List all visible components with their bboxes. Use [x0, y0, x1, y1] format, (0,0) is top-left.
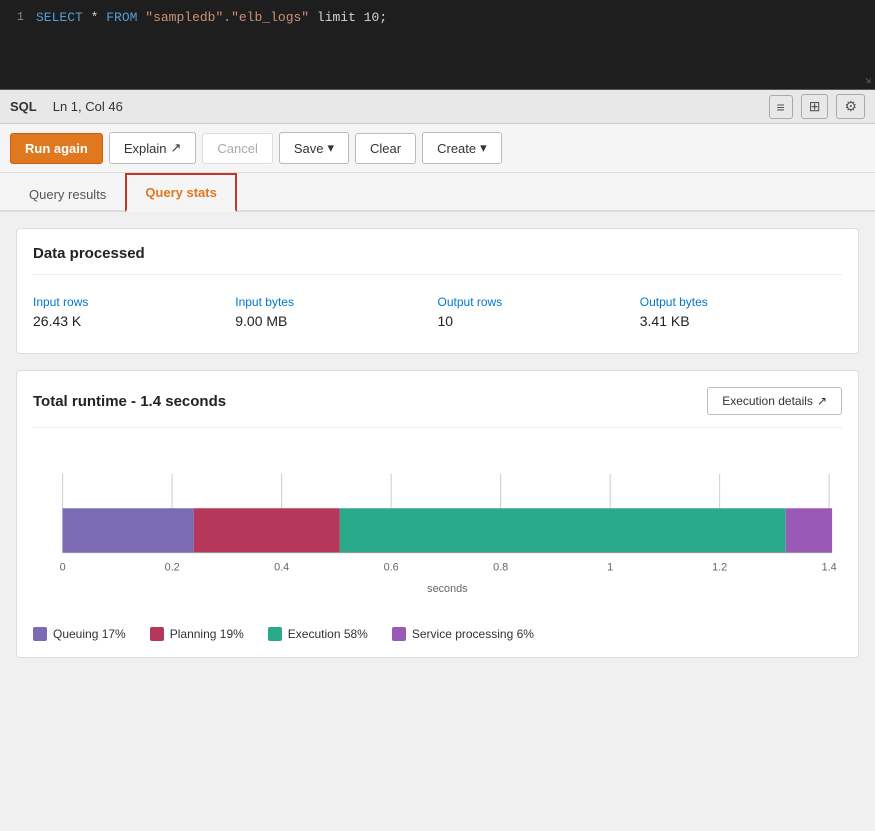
runtime-card: Total runtime - 1.4 seconds Execution de… — [16, 370, 859, 658]
clear-button[interactable]: Clear — [355, 133, 416, 164]
service-processing-color — [392, 627, 406, 641]
save-button[interactable]: Save ▾ — [279, 132, 349, 164]
input-rows-value: 26.43 K — [33, 313, 219, 329]
input-bytes-value: 9.00 MB — [235, 313, 421, 329]
main-content: Data processed Input rows 26.43 K Input … — [0, 212, 875, 674]
tab-query-results[interactable]: Query results — [10, 176, 125, 212]
data-processed-card: Data processed Input rows 26.43 K Input … — [16, 228, 859, 354]
legend-queuing: Queuing 17% — [33, 627, 126, 641]
execution-details-label: Execution details — [722, 394, 813, 408]
svg-text:0: 0 — [60, 561, 66, 573]
runtime-chart: 0 0.2 0.4 0.6 0.8 1 1.2 1.4 seconds Queu… — [33, 444, 842, 641]
planning-bar — [194, 508, 340, 552]
cursor-position: Ln 1, Col 46 — [53, 99, 123, 114]
legend-planning: Planning 19% — [150, 627, 244, 641]
planning-label: Planning 19% — [170, 627, 244, 641]
code-editor[interactable]: 1 SELECT * FROM "sampledb"."elb_logs" li… — [0, 0, 875, 90]
service-processing-label: Service processing 6% — [412, 627, 534, 641]
explain-external-icon: ↗ — [170, 140, 181, 156]
queuing-color — [33, 627, 47, 641]
toolbar: Run again Explain ↗ Cancel Save ▾ Clear … — [0, 124, 875, 173]
resize-handle[interactable]: ⇲ — [865, 75, 871, 87]
explain-label: Explain — [124, 141, 167, 156]
execution-bar — [340, 508, 786, 552]
output-rows-label: Output rows — [438, 295, 624, 309]
stat-output-bytes: Output bytes 3.41 KB — [640, 287, 842, 337]
svg-text:0.2: 0.2 — [165, 561, 180, 573]
queuing-label: Queuing 17% — [53, 627, 126, 641]
create-button[interactable]: Create ▾ — [422, 132, 502, 164]
run-again-button[interactable]: Run again — [10, 133, 103, 164]
cancel-button[interactable]: Cancel — [202, 133, 272, 164]
stat-output-rows: Output rows 10 — [438, 287, 640, 337]
settings-icon-button[interactable]: ⚙ — [836, 94, 865, 119]
chart-legend: Queuing 17% Planning 19% Execution 58% S… — [33, 627, 842, 641]
legend-execution: Execution 58% — [268, 627, 368, 641]
execution-color — [268, 627, 282, 641]
create-label: Create — [437, 141, 476, 156]
svg-text:1.2: 1.2 — [712, 561, 727, 573]
output-bytes-label: Output bytes — [640, 295, 826, 309]
language-indicator: SQL — [10, 99, 37, 114]
execution-label: Execution 58% — [288, 627, 368, 641]
bar-chart-svg: 0 0.2 0.4 0.6 0.8 1 1.2 1.4 seconds — [33, 454, 842, 612]
queuing-bar — [63, 508, 194, 552]
execution-external-icon: ↗ — [817, 394, 827, 408]
runtime-header: Total runtime - 1.4 seconds Execution de… — [33, 387, 842, 428]
tab-query-stats[interactable]: Query stats — [125, 173, 237, 212]
planning-color — [150, 627, 164, 641]
save-label: Save — [294, 141, 324, 156]
create-dropdown-icon: ▾ — [480, 140, 487, 156]
input-bytes-label: Input bytes — [235, 295, 421, 309]
table-icon-button[interactable]: ⊞ — [801, 94, 829, 119]
data-processed-title: Data processed — [33, 245, 842, 275]
input-rows-label: Input rows — [33, 295, 219, 309]
save-dropdown-icon: ▾ — [328, 140, 335, 156]
svg-text:0.6: 0.6 — [384, 561, 399, 573]
line-number: 1 — [0, 10, 36, 24]
legend-service-processing: Service processing 6% — [392, 627, 534, 641]
svg-text:1: 1 — [607, 561, 613, 573]
format-icon-button[interactable]: ≡ — [769, 95, 793, 119]
service-processing-bar — [786, 508, 832, 552]
output-rows-value: 10 — [438, 313, 624, 329]
explain-button[interactable]: Explain ↗ — [109, 132, 197, 164]
status-bar: SQL Ln 1, Col 46 ≡ ⊞ ⚙ — [0, 90, 875, 124]
svg-text:0.4: 0.4 — [274, 561, 289, 573]
svg-text:1.4: 1.4 — [822, 561, 837, 573]
execution-details-button[interactable]: Execution details ↗ — [707, 387, 842, 415]
stats-grid: Input rows 26.43 K Input bytes 9.00 MB O… — [33, 287, 842, 337]
code-line: SELECT * FROM "sampledb"."elb_logs" limi… — [36, 10, 387, 25]
runtime-title: Total runtime - 1.4 seconds — [33, 393, 226, 410]
svg-text:0.8: 0.8 — [493, 561, 508, 573]
stat-input-bytes: Input bytes 9.00 MB — [235, 287, 437, 337]
stat-input-rows: Input rows 26.43 K — [33, 287, 235, 337]
status-icons: ≡ ⊞ ⚙ — [769, 94, 865, 119]
tabs-bar: Query results Query stats — [0, 173, 875, 212]
svg-text:seconds: seconds — [427, 583, 468, 595]
output-bytes-value: 3.41 KB — [640, 313, 826, 329]
